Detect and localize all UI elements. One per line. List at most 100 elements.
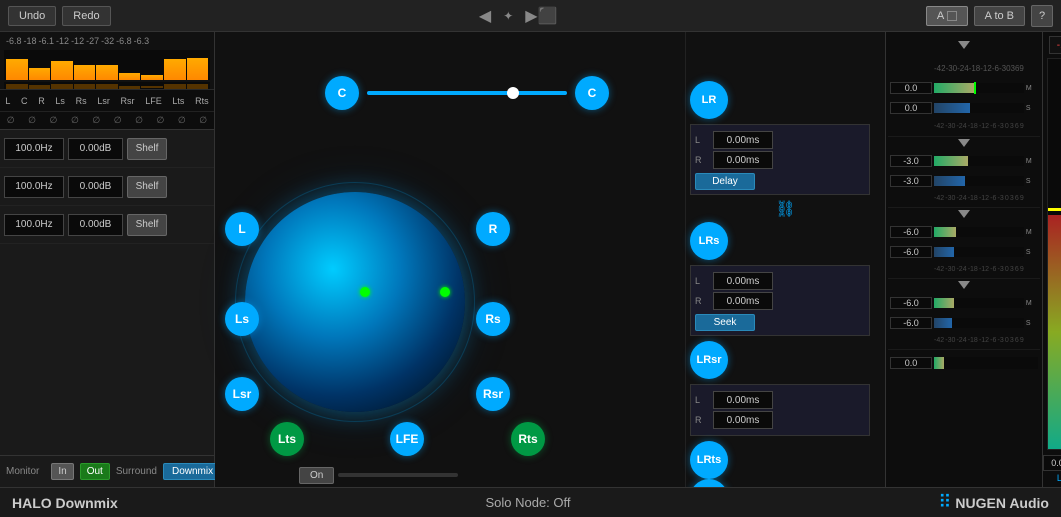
- eq-freq-2[interactable]: 100.0Hz: [4, 176, 64, 198]
- atob-button[interactable]: A to B: [974, 6, 1025, 26]
- meter-lr-top-val[interactable]: 0.0: [890, 82, 932, 94]
- out-button[interactable]: Out: [80, 463, 110, 480]
- meter-lr-bot-val[interactable]: 0.0: [890, 102, 932, 114]
- c-slider[interactable]: [367, 91, 567, 95]
- c-top-node[interactable]: C: [325, 76, 359, 110]
- meter-lrts-section: -6.0 M -6.0 S -42-30-24-18-12-: [888, 291, 1040, 350]
- Lts-node[interactable]: Lts: [270, 422, 304, 456]
- meter-lrs-bot-fill: [934, 176, 965, 186]
- monitor-row: Monitor In Out Surround Downmix ⚙: [0, 455, 214, 487]
- shelf-btn-2[interactable]: Shelf: [127, 176, 167, 198]
- bottom-bar: HALO Downmix Solo Node: Off ⠿ NUGEN Audi…: [0, 487, 1061, 517]
- seek-button[interactable]: Seek: [695, 314, 755, 331]
- eq-db-2[interactable]: 0.00dB: [68, 176, 123, 198]
- meter-lrs-top-bar: [934, 156, 1024, 166]
- delay-group-1: L 0.00ms R 0.00ms Delay: [690, 124, 870, 195]
- rewind-icon[interactable]: ◀: [479, 6, 491, 26]
- meter-lrts-top-val[interactable]: -6.0: [890, 297, 932, 309]
- meter-lr-s: S: [1026, 105, 1038, 112]
- lfe-slider[interactable]: [338, 473, 458, 477]
- LFE-node[interactable]: LFE: [390, 422, 424, 456]
- eq-freq-3[interactable]: 100.0Hz: [4, 214, 64, 236]
- lfe-on-button[interactable]: On: [299, 467, 334, 484]
- delay-button[interactable]: Delay: [695, 173, 755, 190]
- eq-db-1[interactable]: 0.00dB: [68, 138, 123, 160]
- meter-dropdown-3[interactable]: [958, 210, 970, 218]
- Rsr-node[interactable]: Rsr: [476, 377, 510, 411]
- lr-l-val[interactable]: 0.0: [1043, 455, 1061, 471]
- meter-lrsr-top-val[interactable]: -6.0: [890, 226, 932, 238]
- level-bar-l-track: [1047, 58, 1061, 450]
- eq-row-3: 100.0Hz 0.00dB Shelf: [0, 206, 214, 244]
- LR-node[interactable]: LR: [690, 81, 728, 119]
- meter-lrs-top-fill: [934, 156, 968, 166]
- redo-button[interactable]: Redo: [62, 6, 110, 26]
- seek-btn-row: Seek: [695, 314, 865, 331]
- spatial-field: L R Ls Rs Lsr Rsr Lts Rts: [215, 112, 685, 452]
- spectrum-bar-8: [164, 59, 186, 80]
- LRsr-node[interactable]: LRsr: [690, 341, 728, 379]
- meter-lr-scale2-vals: -42-30-24-18-12-6-30369: [934, 123, 1024, 130]
- delay-r3-val[interactable]: 0.00ms: [713, 411, 773, 429]
- c-right-node[interactable]: C: [575, 76, 609, 110]
- Rs-node[interactable]: Rs: [476, 302, 510, 336]
- meter-lrs-bot-val[interactable]: -3.0: [890, 175, 932, 187]
- LRts-node[interactable]: LRts: [690, 441, 728, 479]
- sphere-ring: [235, 182, 475, 422]
- shelf-btn-3[interactable]: Shelf: [127, 214, 167, 236]
- L-node[interactable]: L: [225, 212, 259, 246]
- meter-lrs-top-val[interactable]: -3.0: [890, 155, 932, 167]
- shelf-btn-1[interactable]: Shelf: [127, 138, 167, 160]
- c-slider-thumb[interactable]: [507, 87, 519, 99]
- undo-button[interactable]: Undo: [8, 6, 56, 26]
- help-button[interactable]: ?: [1031, 5, 1053, 27]
- meter-dropdown-4[interactable]: [958, 281, 970, 289]
- lr-row-3: LRsr ♾: [690, 340, 881, 380]
- spectrum-label-6: -27: [86, 36, 99, 46]
- delay-l-label: L: [695, 135, 709, 145]
- meter-lrs-scale: -42-30-24-18-12-6-30369: [888, 191, 1040, 205]
- dot-left: [360, 287, 370, 297]
- delay-l2-val[interactable]: 0.00ms: [713, 272, 773, 290]
- Rts-node[interactable]: Rts: [511, 422, 545, 456]
- chain-icon-1[interactable]: ⛓: [775, 199, 795, 219]
- downmix-button[interactable]: Downmix: [163, 463, 222, 480]
- delay-r-label: R: [695, 155, 709, 165]
- meter-dropdown[interactable]: [958, 41, 970, 49]
- delay-r-val[interactable]: 0.00ms: [713, 151, 773, 169]
- delay-row-L3: L 0.00ms: [695, 391, 865, 409]
- Lsr-node[interactable]: Lsr: [225, 377, 259, 411]
- eq-row-1: 100.0Hz 0.00dB Shelf: [0, 130, 214, 168]
- meter-lrts-top: -6.0 M: [888, 293, 1040, 313]
- spectrum-label-5: -12: [71, 36, 84, 46]
- delay-r2-val[interactable]: 0.00ms: [713, 292, 773, 310]
- meter-lfe-val[interactable]: 0.0: [890, 357, 932, 369]
- ab-a-button[interactable]: A: [926, 6, 968, 26]
- LRs-node[interactable]: LRs: [690, 222, 728, 260]
- eq-freq-1[interactable]: 100.0Hz: [4, 138, 64, 160]
- R-node[interactable]: R: [476, 212, 510, 246]
- spectrum-bar-3: [51, 61, 73, 81]
- delay-l2-label: L: [695, 276, 709, 286]
- dot-right: [440, 287, 450, 297]
- delay-l-val[interactable]: 0.00ms: [713, 131, 773, 149]
- ch-label-LFE: LFE: [145, 96, 162, 106]
- star-icon[interactable]: ✦: [503, 9, 513, 23]
- phase-7: ∅: [135, 115, 143, 126]
- delay-l3-val[interactable]: 0.00ms: [713, 391, 773, 409]
- meter-dropdown-2[interactable]: [958, 139, 970, 147]
- spectrum-label-9: -6.3: [134, 36, 150, 46]
- play-record-icon[interactable]: ▶⬛: [525, 6, 557, 26]
- spectrum-bottom-7: [141, 86, 163, 88]
- level-bar-l-peak: [1048, 208, 1061, 211]
- meter-panel: -42-30-24-18-12-6-30369 0.0 M 0.0: [885, 32, 1042, 487]
- meter-lrts-bot-val[interactable]: -6.0: [890, 317, 932, 329]
- level-bars-container: +9 +6 +3 0 -3 -6: [1045, 58, 1061, 450]
- main-container: Undo Redo ◀ ✦ ▶⬛ A A to B ? -6.8 -18 -6: [0, 0, 1061, 517]
- LFE-out-node[interactable]: LFE: [690, 479, 728, 487]
- eq-db-3[interactable]: 0.00dB: [68, 214, 123, 236]
- meter-lrsr-bot-val[interactable]: -6.0: [890, 246, 932, 258]
- in-button[interactable]: In: [51, 463, 73, 480]
- peak-displays: -1.6 -1.4: [1049, 36, 1061, 54]
- Ls-node[interactable]: Ls: [225, 302, 259, 336]
